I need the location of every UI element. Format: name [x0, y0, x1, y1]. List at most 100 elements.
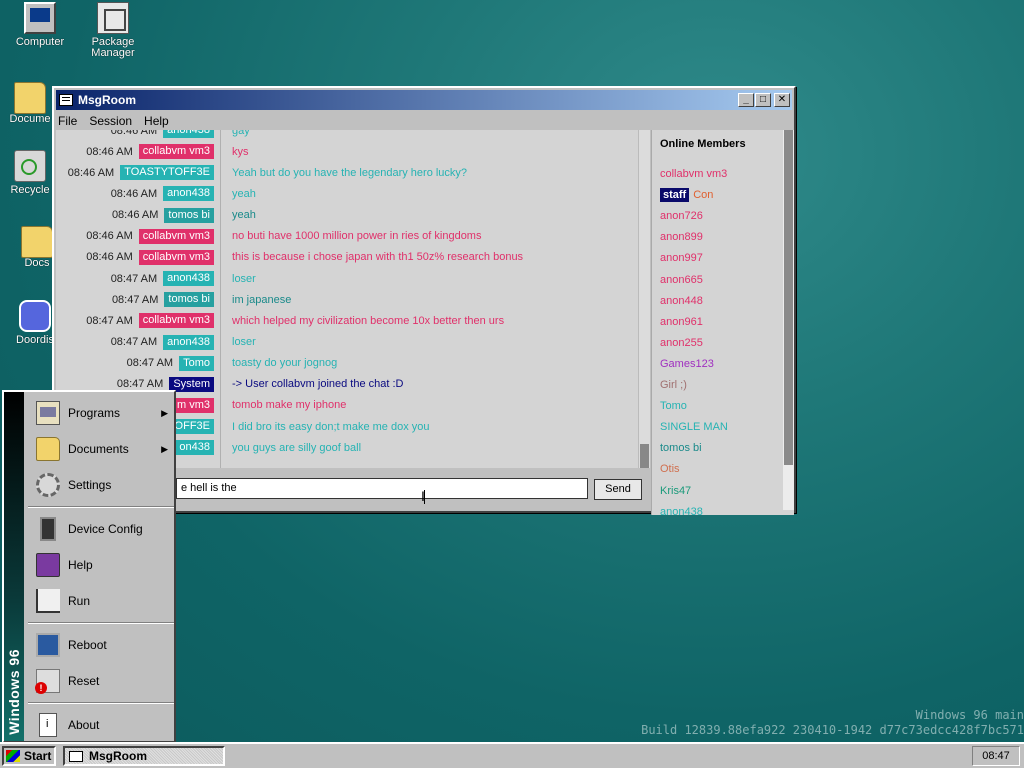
- member-item[interactable]: anon899: [660, 229, 703, 245]
- message-username[interactable]: anon438: [163, 334, 214, 350]
- member-item[interactable]: anon438: [660, 504, 703, 515]
- start-item-label: Settings: [68, 478, 112, 492]
- member-item[interactable]: anon997: [660, 250, 703, 266]
- send-button[interactable]: Send: [594, 479, 642, 500]
- member-item[interactable]: anon255: [660, 335, 703, 351]
- close-button[interactable]: ✕: [774, 93, 790, 107]
- message-username[interactable]: Tomo: [179, 355, 214, 371]
- message-username[interactable]: collabvm vm3: [138, 249, 214, 265]
- chat-message-row: 08:47 AM anon438 loser: [56, 270, 650, 287]
- message-username[interactable]: anon438: [163, 271, 214, 287]
- message-meta: 08:46 AM tomos bi: [56, 207, 214, 223]
- window-title: MsgRoom: [78, 93, 136, 107]
- message-username[interactable]: System: [169, 376, 214, 392]
- message-username[interactable]: m vm3: [173, 397, 214, 413]
- message-username[interactable]: anon438: [163, 186, 214, 202]
- message-meta: 08:46 AM anon438: [56, 130, 214, 138]
- message-meta: 08:47 AM anon438: [56, 271, 214, 287]
- taskbar-msgroom-button[interactable]: MsgRoom: [63, 746, 225, 766]
- member-item[interactable]: Otis: [660, 461, 680, 477]
- member-item[interactable]: Girl ;): [660, 377, 687, 393]
- message-username[interactable]: OFF3E: [170, 419, 214, 435]
- menu-session[interactable]: Session: [89, 114, 132, 128]
- settings-icon: [36, 473, 60, 497]
- message-username[interactable]: tomos bi: [164, 207, 214, 223]
- start-item-documents[interactable]: Documents ▶: [28, 432, 174, 466]
- package-manager-desktop-icon[interactable]: Package Manager: [73, 2, 153, 59]
- message-text: Yeah but do you have the legendary hero …: [232, 166, 468, 179]
- message-username[interactable]: tomos bi: [164, 292, 214, 308]
- chat-message-row: 08:46 AM collabvm vm3 no buti have 1000 mi…: [56, 228, 650, 245]
- members-scroll-thumb[interactable]: [784, 130, 793, 465]
- start-item-label: Programs: [68, 406, 121, 420]
- message-username[interactable]: collabvm vm3: [138, 313, 214, 329]
- member-name: anon665: [660, 273, 703, 286]
- start-item-about[interactable]: About: [28, 708, 174, 742]
- chat-scrollbar[interactable]: [638, 130, 650, 468]
- taskbar: Start MsgRoom 08:47: [0, 742, 1024, 768]
- start-item-reboot[interactable]: Reboot: [28, 628, 174, 662]
- message-time: 08:47 AM: [116, 378, 164, 391]
- message-text: yeah: [232, 187, 256, 200]
- menu-file[interactable]: File: [58, 114, 77, 128]
- message-input[interactable]: e hell is the: [176, 478, 588, 499]
- member-item[interactable]: Games123: [660, 356, 714, 372]
- maximize-button[interactable]: □: [755, 93, 771, 107]
- documents-icon: [36, 437, 60, 461]
- discord-icon: [19, 300, 51, 332]
- member-item[interactable]: tomos bi: [660, 440, 702, 456]
- text-cursor-icon: [421, 488, 431, 504]
- message-text: this is because i chose japan with th1 5…: [232, 251, 524, 264]
- menu-help[interactable]: Help: [144, 114, 169, 128]
- start-item-programs[interactable]: Programs ▶: [28, 396, 174, 430]
- member-name: Games123: [660, 357, 714, 370]
- message-meta: 08:46 AM collabvm vm3: [56, 228, 214, 244]
- start-menu-banner: Windows 96: [4, 392, 24, 741]
- member-item[interactable]: Kris47: [660, 483, 691, 499]
- message-text: you guys are silly goof ball: [232, 441, 362, 454]
- chat-scroll-thumb[interactable]: [640, 444, 649, 468]
- watermark-line-2: Build 12839.88efa922 230410-1942 d77c73e…: [641, 723, 1024, 737]
- member-item[interactable]: SINGLE MAN: [660, 419, 728, 435]
- member-item[interactable]: anon726: [660, 208, 703, 224]
- member-item[interactable]: Tomo: [660, 398, 687, 414]
- staff-badge: staff: [660, 188, 690, 203]
- submenu-arrow-icon: ▶: [161, 443, 168, 454]
- message-text: loser: [232, 272, 256, 285]
- chat-message-row: 08:46 AM tomos bi yeah: [56, 207, 650, 224]
- message-text: tomob make my iphone: [232, 399, 347, 412]
- message-time: 08:46 AM: [67, 166, 115, 179]
- member-name: anon255: [660, 336, 703, 349]
- start-item-run[interactable]: Run: [28, 584, 174, 618]
- message-username[interactable]: collabvm vm3: [138, 228, 214, 244]
- member-item[interactable]: anon961: [660, 314, 703, 330]
- start-item-reset[interactable]: Reset: [28, 664, 174, 698]
- start-button[interactable]: Start: [2, 746, 56, 766]
- message-username[interactable]: collabvm vm3: [138, 144, 214, 160]
- member-item[interactable]: collabvm vm3: [660, 166, 727, 182]
- start-item-device-config[interactable]: Device Config: [28, 512, 174, 546]
- computer-desktop-icon[interactable]: Computer: [0, 2, 80, 48]
- start-item-settings[interactable]: Settings: [28, 468, 174, 502]
- message-username[interactable]: on438: [175, 440, 214, 456]
- member-item[interactable]: anon665: [660, 272, 703, 288]
- message-time: 08:47 AM: [110, 336, 158, 348]
- start-item-label: Device Config: [68, 522, 143, 536]
- run-icon: [36, 589, 60, 613]
- submenu-arrow-icon: ▶: [161, 407, 168, 418]
- minimize-button[interactable]: _: [738, 93, 754, 107]
- folder-icon: [21, 226, 53, 258]
- message-username[interactable]: TOASTYTOFF3E: [120, 165, 214, 181]
- member-name: collabvm vm3: [660, 168, 728, 180]
- message-time: 08:46 AM: [110, 187, 158, 200]
- start-item-help[interactable]: Help: [28, 548, 174, 582]
- message-time: 08:46 AM: [110, 130, 158, 137]
- reset-icon: [35, 669, 60, 694]
- member-name: tomos bi: [660, 442, 702, 455]
- menubar: File Session Help: [54, 112, 794, 130]
- members-scrollbar[interactable]: [783, 130, 794, 510]
- member-item[interactable]: staff Con: [660, 187, 713, 203]
- message-username[interactable]: anon438: [163, 130, 214, 138]
- member-item[interactable]: anon448: [660, 293, 703, 309]
- window-titlebar[interactable]: MsgRoom _ □ ✕: [56, 90, 792, 110]
